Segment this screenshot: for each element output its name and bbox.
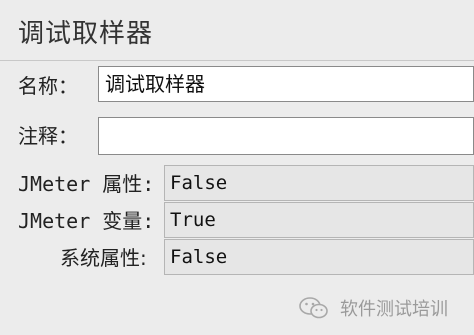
system-properties-select[interactable]: False xyxy=(164,239,474,275)
title-divider xyxy=(0,60,474,61)
comment-label: 注释： xyxy=(18,124,78,148)
jmeter-properties-label: JMeter 属性: xyxy=(18,172,155,196)
system-properties-label: 系统属性: xyxy=(60,246,147,270)
jmeter-variables-label: JMeter 变量: xyxy=(18,209,155,233)
watermark-text: 软件测试培训 xyxy=(340,299,448,320)
jmeter-properties-select[interactable]: False xyxy=(164,165,474,201)
comment-input[interactable] xyxy=(98,117,474,155)
name-label: 名称： xyxy=(18,74,78,98)
watermark: 软件测试培训 xyxy=(298,293,448,323)
jmeter-variables-select[interactable]: True xyxy=(164,202,474,238)
debug-sampler-panel: 调试取样器 名称： 调试取样器 注释： JMeter 属性: False JMe… xyxy=(0,0,474,335)
wechat-icon xyxy=(299,297,328,319)
name-input[interactable]: 调试取样器 xyxy=(98,66,474,102)
page-title: 调试取样器 xyxy=(18,19,154,49)
